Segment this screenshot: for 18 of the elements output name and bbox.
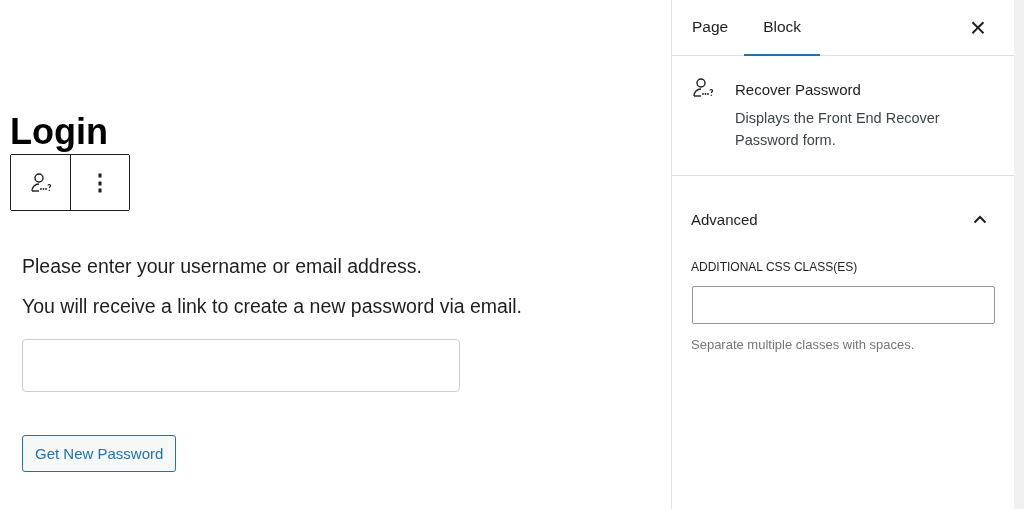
user-question-icon: [28, 170, 53, 195]
css-class-label: ADDITIONAL CSS CLASS(ES): [691, 260, 859, 274]
get-new-password-button[interactable]: Get New Password: [22, 435, 177, 472]
help-text: Separate multiple classes with spaces.: [691, 337, 916, 352]
sidebar-tab[interactable]: Page: [676, 0, 745, 56]
page-heading: Login: [10, 112, 108, 152]
block-description: Displays the Front End Recover Password form.: [735, 109, 941, 150]
sidebar-tab[interactable]: Block: [744, 0, 821, 56]
more-options-button[interactable]: ⋮: [70, 155, 129, 210]
scrollbar[interactable]: [1014, 0, 1024, 509]
block-title: Recover Password: [735, 81, 862, 99]
advanced-panel-toggle[interactable]: Advanced: [672, 176, 1014, 240]
instruction-text: Please enter your username or email address.: [22, 255, 423, 278]
close-button[interactable]: ×: [966, 0, 990, 55]
user-question-icon: [691, 76, 715, 100]
css-class-field[interactable]: [692, 286, 995, 324]
instruction-text: You will receive a link to create a new password via email.: [22, 295, 524, 318]
username-field[interactable]: [22, 339, 460, 392]
